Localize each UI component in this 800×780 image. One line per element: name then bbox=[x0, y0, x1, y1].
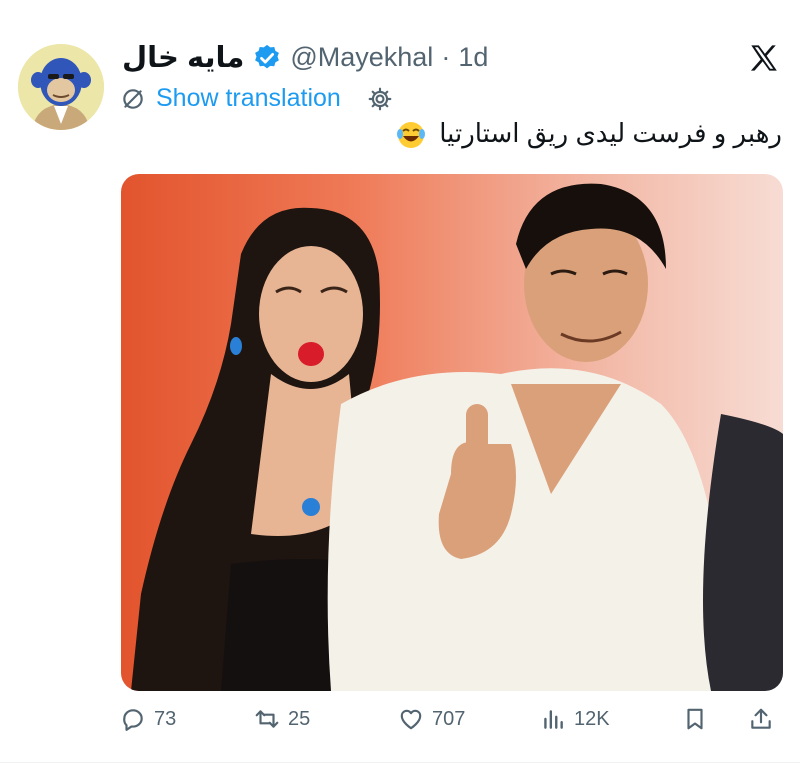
tweet-text: رهبر و فرست لیدی ریق استارتیا bbox=[396, 118, 782, 150]
meta-separator: · bbox=[441, 42, 451, 72]
author-name[interactable]: مایه خال bbox=[122, 40, 244, 75]
share-button[interactable] bbox=[748, 706, 774, 732]
photo-man-and-woman-image bbox=[131, 183, 783, 691]
heart-icon bbox=[400, 709, 422, 730]
translation-row: Show translation bbox=[120, 84, 393, 113]
tweet-body: رهبر و فرست لیدی ریق استارتیا bbox=[439, 118, 782, 148]
show-translation-link[interactable]: Show translation bbox=[156, 84, 341, 113]
ape-avatar-image bbox=[18, 44, 104, 130]
reply-count: 73 bbox=[154, 707, 177, 730]
divider bbox=[0, 762, 800, 763]
translate-icon bbox=[123, 88, 143, 109]
like-button[interactable]: 707 bbox=[398, 706, 465, 732]
tweet-header: مایه خال @Mayekhal · 1d bbox=[122, 40, 488, 75]
reply-button[interactable]: 73 bbox=[120, 706, 176, 732]
bookmark-icon bbox=[687, 708, 703, 730]
author-handle[interactable]: @Mayekhal bbox=[290, 42, 433, 73]
reply-icon bbox=[123, 709, 143, 731]
face-with-tears-of-joy-icon bbox=[396, 122, 425, 149]
view-count: 12K bbox=[574, 707, 610, 730]
avatar[interactable] bbox=[18, 44, 104, 130]
post-time[interactable]: 1d bbox=[458, 42, 488, 73]
like-count: 707 bbox=[432, 707, 466, 730]
share-icon bbox=[751, 708, 771, 729]
tweet-media[interactable] bbox=[121, 174, 783, 691]
views-button[interactable]: 12K bbox=[540, 706, 610, 732]
x-logo-icon[interactable] bbox=[748, 42, 780, 74]
gear-icon[interactable] bbox=[367, 86, 393, 112]
repost-count: 25 bbox=[288, 707, 311, 730]
tweet-actions: 73 25 707 12K bbox=[120, 706, 782, 742]
views-icon bbox=[544, 710, 563, 729]
bookmark-button[interactable] bbox=[682, 706, 708, 732]
verified-badge-icon bbox=[255, 44, 280, 68]
repost-button[interactable]: 25 bbox=[254, 706, 310, 732]
repost-icon bbox=[255, 710, 279, 728]
